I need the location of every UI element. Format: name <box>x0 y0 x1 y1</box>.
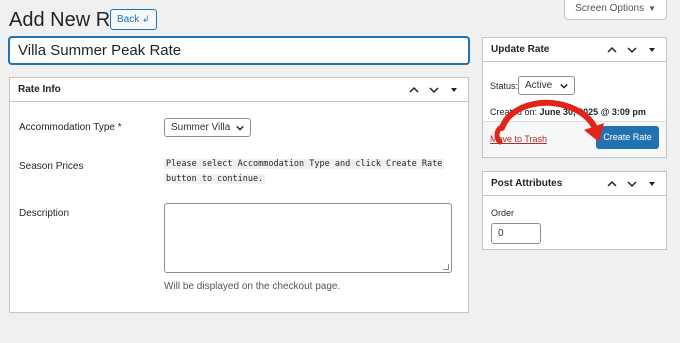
back-label: Back <box>117 14 140 25</box>
status-select[interactable]: Active <box>518 76 575 95</box>
move-to-trash-link[interactable]: Move to Trash <box>490 134 547 144</box>
back-button[interactable]: Back ↲ <box>110 9 157 30</box>
created-on-text: Created on: June 30, 2025 @ 3:09 pm <box>490 107 646 117</box>
chevron-down-icon <box>560 83 568 89</box>
rate-info-box: Rate Info Accommodation Type * Summer Vi… <box>9 77 469 313</box>
update-rate-title: Update Rate <box>491 44 550 55</box>
chevron-down-icon[interactable] <box>626 178 638 190</box>
created-date: June 30, 2025 @ 3:09 pm <box>539 107 646 117</box>
season-prices-label: Season Prices <box>19 161 84 172</box>
toggle-panel-icon[interactable] <box>646 44 658 56</box>
toggle-panel-icon[interactable] <box>646 178 658 190</box>
status-label: Status: <box>490 81 519 91</box>
return-icon: ↲ <box>142 14 150 24</box>
resize-handle-icon[interactable] <box>443 264 449 270</box>
required-mark: * <box>117 122 122 133</box>
update-rate-box: Update Rate Status: Active Created on: J… <box>482 37 667 158</box>
chevron-up-icon[interactable] <box>408 84 420 96</box>
accommodation-type-select[interactable]: Summer Villa <box>164 118 252 137</box>
order-input[interactable]: 0 <box>491 223 541 244</box>
chevron-down-icon[interactable] <box>428 84 440 96</box>
season-note-line1: Please select Accommodation Type and cli… <box>164 159 445 169</box>
accommodation-type-value: Summer Villa <box>171 122 231 133</box>
chevron-down-icon <box>236 125 244 131</box>
rate-title-input[interactable] <box>9 37 469 64</box>
chevron-up-icon[interactable] <box>606 178 618 190</box>
season-prices-note: Please select Accommodation Type and cli… <box>164 157 445 187</box>
caret-down-icon: ▼ <box>648 4 656 13</box>
order-label: Order <box>491 208 515 218</box>
description-label: Description <box>19 208 70 219</box>
update-rate-header: Update Rate <box>483 38 666 62</box>
screen-options-button[interactable]: Screen Options ▼ <box>564 0 667 20</box>
season-note-line2: button to continue. <box>164 174 266 184</box>
rate-info-header: Rate Info <box>10 78 468 102</box>
description-textarea[interactable] <box>164 203 452 273</box>
post-attributes-title: Post Attributes <box>491 178 563 189</box>
chevron-down-icon[interactable] <box>626 44 638 56</box>
chevron-up-icon[interactable] <box>606 44 618 56</box>
post-attributes-box: Post Attributes Order 0 <box>482 171 667 250</box>
screen-options-label: Screen Options <box>575 3 645 14</box>
rate-info-title: Rate Info <box>18 84 61 95</box>
accommodation-type-text: Accommodation Type <box>19 122 115 133</box>
created-prefix: Created on: <box>490 107 538 117</box>
create-rate-button[interactable]: Create Rate <box>596 126 659 149</box>
accommodation-type-label: Accommodation Type * <box>19 122 122 133</box>
post-attributes-header: Post Attributes <box>483 172 666 196</box>
publishing-actions: Move to Trash Create Rate <box>483 121 666 157</box>
toggle-panel-icon[interactable] <box>448 84 460 96</box>
status-value: Active <box>525 80 553 91</box>
description-hint: Will be displayed on the checkout page. <box>164 281 341 292</box>
